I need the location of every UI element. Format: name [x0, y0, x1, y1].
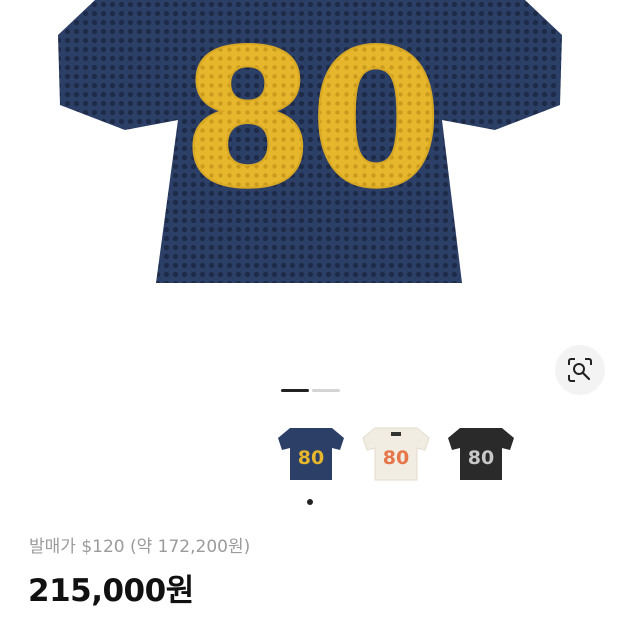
variant-thumbnail-black[interactable]: 80 — [446, 426, 516, 482]
jersey-number: 80 — [182, 9, 438, 230]
variant-thumbnail-navy[interactable]: 80 — [276, 426, 346, 482]
left-sleeve — [58, 0, 180, 130]
jersey-thumbnail-black: 80 — [448, 428, 514, 480]
image-search-icon — [568, 358, 592, 382]
product-image[interactable]: 80 — [0, 0, 620, 300]
carousel-indicator-active[interactable] — [281, 389, 309, 392]
variant-thumbnail-cream[interactable]: 80 — [361, 426, 431, 482]
carousel-indicator-inactive[interactable] — [312, 389, 340, 392]
image-search-button[interactable] — [555, 345, 605, 395]
current-price: 215,000원 — [28, 573, 194, 609]
jersey-thumbnail-navy: 80 — [278, 428, 344, 480]
variant-number: 80 — [298, 447, 324, 469]
release-price: 발매가 $120 (약 172,200원) — [29, 537, 251, 557]
jersey-thumbnail-cream: 80 — [362, 427, 430, 481]
variant-number: 80 — [383, 447, 409, 469]
thumbnail-page-dot[interactable] — [307, 499, 313, 505]
right-sleeve — [440, 0, 562, 130]
variant-number: 80 — [468, 447, 494, 469]
